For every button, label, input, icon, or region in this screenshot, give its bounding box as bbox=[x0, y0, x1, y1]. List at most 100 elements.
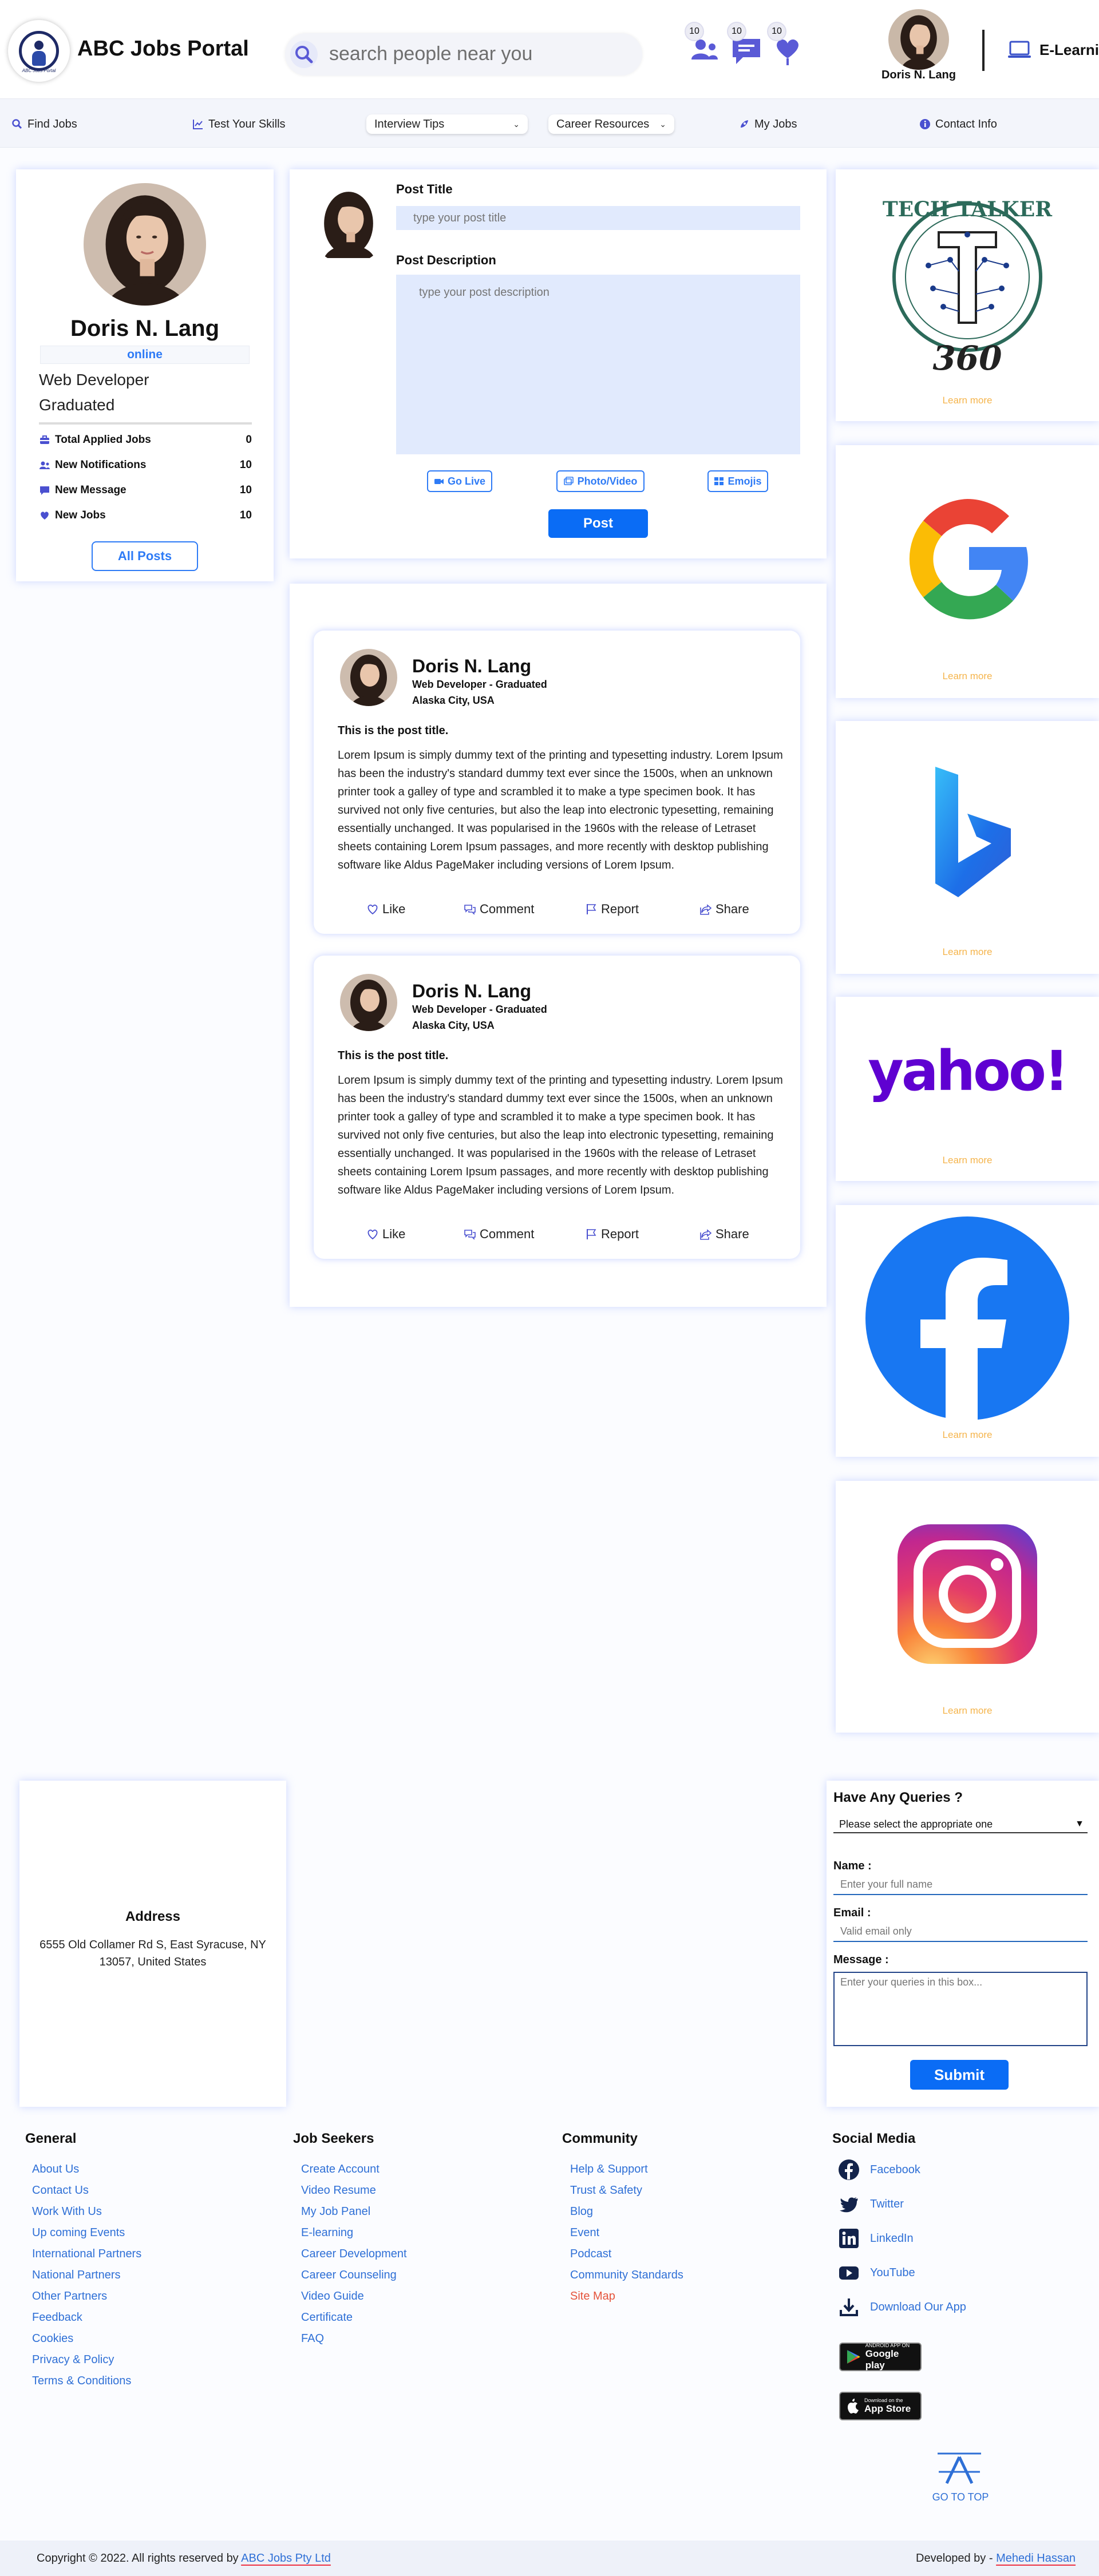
footer-link[interactable]: My Job Panel bbox=[301, 2205, 370, 2218]
nav-contact-info[interactable]: Contact Info bbox=[919, 114, 997, 134]
go-to-top-icon[interactable] bbox=[934, 2449, 985, 2487]
elearning-link[interactable]: E-Learning bbox=[1039, 41, 1099, 59]
developer-link[interactable]: Mehedi Hassan bbox=[996, 2552, 1076, 2565]
post-author-name[interactable]: Doris N. Lang bbox=[412, 656, 531, 677]
social-linkedin-link[interactable]: LinkedIn bbox=[838, 2227, 914, 2250]
like-button[interactable]: Like bbox=[366, 902, 405, 917]
footer-link[interactable]: Terms & Conditions bbox=[32, 2375, 131, 2388]
comment-button[interactable]: Comment bbox=[464, 1227, 534, 1242]
photo-video-button[interactable]: Photo/Video bbox=[556, 470, 645, 492]
google-play-small: ANDROID APP ON bbox=[865, 2343, 910, 2348]
name-label: Name : bbox=[833, 1860, 872, 1872]
nav-my-jobs-label: My Jobs bbox=[754, 117, 797, 130]
email-field[interactable] bbox=[833, 1921, 1088, 1942]
footer-link[interactable]: Certificate bbox=[301, 2311, 353, 2324]
footer-link[interactable]: Community Standards bbox=[570, 2269, 683, 2282]
footer-link[interactable]: E-learning bbox=[301, 2226, 353, 2240]
social-facebook-link[interactable]: Facebook bbox=[838, 2158, 920, 2181]
footer-link[interactable]: Privacy & Policy bbox=[32, 2353, 114, 2367]
nav-career-resources-label: Career Resources bbox=[556, 117, 650, 130]
video-camera-icon bbox=[434, 479, 444, 484]
learn-more-link[interactable]: Learn more bbox=[836, 395, 1099, 406]
footer-link[interactable]: Blog bbox=[570, 2205, 593, 2218]
social-youtube-link[interactable]: YouTube bbox=[838, 2261, 915, 2284]
learn-more-link[interactable]: Learn more bbox=[836, 1705, 1099, 1717]
name-field[interactable] bbox=[833, 1874, 1088, 1895]
report-button[interactable]: Report bbox=[585, 902, 639, 917]
footer-link[interactable]: About Us bbox=[32, 2163, 79, 2176]
footer-link[interactable]: FAQ bbox=[301, 2332, 324, 2345]
chevron-down-icon: ⌄ bbox=[659, 119, 666, 129]
rocket-icon bbox=[741, 120, 748, 128]
footer-link[interactable]: Cookies bbox=[32, 2332, 73, 2345]
submit-button[interactable]: Submit bbox=[910, 2060, 1009, 2090]
footer-link[interactable]: Up coming Events bbox=[32, 2226, 125, 2240]
nav-find-jobs[interactable]: Find Jobs bbox=[11, 114, 77, 134]
app-logo[interactable]: ABC Jobs Portal bbox=[8, 20, 70, 82]
download-icon bbox=[840, 2298, 858, 2316]
nav-interview-tips-dropdown[interactable]: Interview Tips ⌄ bbox=[366, 114, 528, 134]
nav-career-resources-dropdown[interactable]: Career Resources ⌄ bbox=[548, 114, 674, 134]
share-button[interactable]: Share bbox=[699, 902, 749, 917]
company-link[interactable]: ABC Jobs Pty Ltd bbox=[241, 2552, 331, 2565]
post-author-name[interactable]: Doris N. Lang bbox=[412, 981, 531, 1002]
search-input[interactable] bbox=[329, 38, 627, 70]
footer-link[interactable]: Help & Support bbox=[570, 2163, 648, 2176]
social-twitter-link[interactable]: Twitter bbox=[838, 2193, 904, 2216]
go-to-top-button[interactable]: GO TO TOP bbox=[916, 2491, 1005, 2503]
footer-link[interactable]: Trust & Safety bbox=[570, 2184, 642, 2197]
go-live-button[interactable]: Go Live bbox=[427, 470, 492, 492]
avatar[interactable] bbox=[888, 9, 949, 70]
search-icon[interactable] bbox=[290, 40, 318, 69]
share-button[interactable]: Share bbox=[699, 1227, 749, 1242]
message-icon bbox=[40, 486, 49, 495]
go-live-label: Go Live bbox=[447, 475, 485, 487]
footer-link[interactable]: Contact Us bbox=[32, 2184, 89, 2197]
like-button[interactable]: Like bbox=[366, 1227, 405, 1242]
nav-test-your-skills[interactable]: Test Your Skills bbox=[192, 114, 286, 134]
post-title-input[interactable] bbox=[396, 206, 800, 230]
all-posts-button[interactable]: All Posts bbox=[92, 541, 198, 571]
profile-avatar[interactable] bbox=[84, 183, 206, 306]
header-user-name[interactable]: Doris N. Lang bbox=[859, 69, 979, 82]
footer-link[interactable]: Career Development bbox=[301, 2248, 407, 2261]
post-author-avatar[interactable] bbox=[340, 649, 397, 706]
footer-link[interactable]: Video Resume bbox=[301, 2184, 376, 2197]
stat-new-jobs[interactable]: New Jobs 10 bbox=[39, 507, 252, 524]
footer-link[interactable]: Event bbox=[570, 2226, 599, 2240]
chevron-down-icon: ⌄ bbox=[513, 119, 520, 129]
laptop-icon[interactable] bbox=[1007, 40, 1031, 60]
post-title: This is the post title. bbox=[338, 724, 449, 737]
learn-more-link[interactable]: Learn more bbox=[836, 946, 1099, 958]
google-play-badge[interactable]: ANDROID APP ON Google play bbox=[839, 2343, 922, 2371]
post-author-avatar[interactable] bbox=[340, 974, 397, 1031]
download-app-link[interactable]: Download Our App bbox=[838, 2296, 966, 2319]
footer-link[interactable]: Feedback bbox=[32, 2311, 82, 2324]
nav-interview-tips-label: Interview Tips bbox=[374, 117, 445, 130]
learn-more-link[interactable]: Learn more bbox=[836, 1429, 1099, 1441]
comment-button[interactable]: Comment bbox=[464, 902, 534, 917]
footer-link[interactable]: National Partners bbox=[32, 2269, 121, 2282]
footer-link-sitemap[interactable]: Site Map bbox=[570, 2290, 615, 2303]
footer-link[interactable]: Work With Us bbox=[32, 2205, 102, 2218]
message-field[interactable] bbox=[833, 1972, 1088, 2046]
search-icon bbox=[12, 119, 22, 129]
emojis-button[interactable]: Emojis bbox=[707, 470, 768, 492]
learn-more-link[interactable]: Learn more bbox=[836, 1155, 1099, 1166]
post-description-input[interactable] bbox=[396, 275, 800, 454]
query-type-select[interactable]: Please select the appropriate one ▼ bbox=[833, 1816, 1088, 1833]
stat-new-message[interactable]: New Message 10 bbox=[39, 482, 252, 499]
footer-link[interactable]: Video Guide bbox=[301, 2290, 364, 2303]
report-button[interactable]: Report bbox=[585, 1227, 639, 1242]
stat-total-applied-jobs[interactable]: Total Applied Jobs 0 bbox=[39, 431, 252, 449]
footer-link[interactable]: International Partners bbox=[32, 2248, 141, 2261]
footer-link[interactable]: Podcast bbox=[570, 2248, 611, 2261]
learn-more-link[interactable]: Learn more bbox=[836, 671, 1099, 682]
footer-link[interactable]: Create Account bbox=[301, 2163, 379, 2176]
nav-my-jobs[interactable]: My Jobs bbox=[738, 114, 797, 134]
stat-new-notifications[interactable]: New Notifications 10 bbox=[39, 457, 252, 474]
app-store-badge[interactable]: Download on the App Store bbox=[839, 2392, 922, 2420]
footer-link[interactable]: Other Partners bbox=[32, 2290, 107, 2303]
post-button[interactable]: Post bbox=[548, 509, 648, 538]
footer-link[interactable]: Career Counseling bbox=[301, 2269, 397, 2282]
